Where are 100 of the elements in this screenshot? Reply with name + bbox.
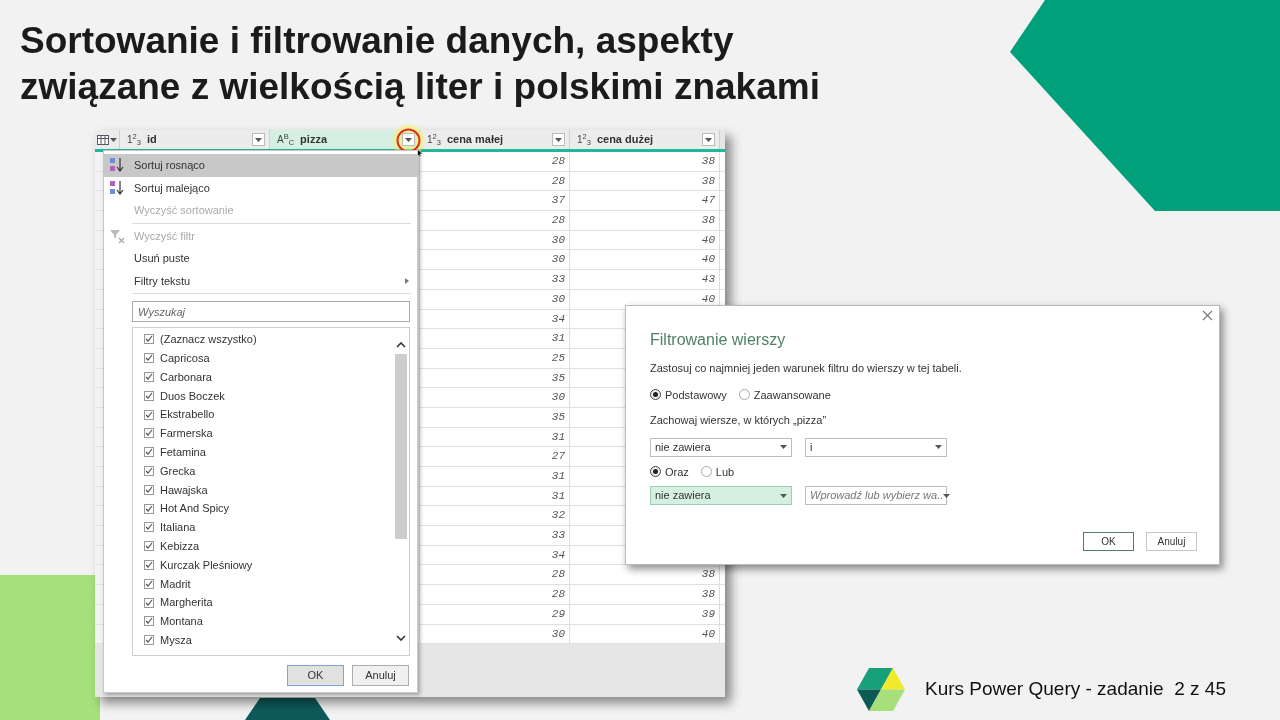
column-filter-button[interactable] (702, 133, 715, 146)
clear-filter-icon (109, 227, 125, 244)
value-label[interactable]: Italiana (160, 519, 196, 536)
table-cell: 38 (570, 585, 720, 604)
value-label[interactable]: Montana (160, 613, 203, 630)
checkbox[interactable] (144, 597, 154, 608)
dialog-button[interactable]: Anuluj (1146, 532, 1197, 551)
value-label[interactable]: Carbonara (160, 368, 212, 386)
mode-radio[interactable]: Podstawowy (650, 386, 727, 403)
table-cell: 43 (570, 270, 720, 289)
value-dropdown[interactable]: i (805, 437, 947, 457)
value-label[interactable]: Capricosa (160, 349, 210, 367)
checkbox[interactable] (144, 409, 154, 420)
checkbox[interactable] (144, 635, 154, 646)
table-cell: 34 (420, 309, 570, 329)
table-cell: 38 (570, 171, 720, 191)
value-label[interactable]: Margherita (160, 594, 213, 611)
join-radio[interactable]: Lub (700, 463, 735, 480)
dialog-button[interactable]: Anuluj (352, 665, 409, 686)
caret-icon (555, 137, 562, 142)
join-radio[interactable]: Oraz (650, 463, 689, 480)
value-label[interactable]: Farmerska (160, 425, 213, 442)
table-cell: 40 (570, 250, 720, 270)
checkbox[interactable] (144, 334, 154, 345)
table-menu-button[interactable] (95, 130, 120, 149)
menu-item[interactable]: Usuń puste (104, 247, 417, 270)
menu-item[interactable]: Sortuj rosnąco (104, 154, 417, 177)
dialog-description: Zastosuj co najmniej jeden warunek filtru do wierszy w tej tabeli. (650, 361, 963, 376)
scroll-up-icon[interactable] (396, 342, 406, 348)
table-cell: 28 (420, 585, 570, 604)
checkbox[interactable] (144, 390, 154, 401)
table-cell: 29 (420, 604, 570, 624)
value-label[interactable]: Hawajska (160, 481, 208, 498)
value-label[interactable]: Madrit (160, 575, 191, 592)
table-cell: 30 (420, 388, 570, 407)
column-filter-button[interactable] (252, 133, 265, 146)
mode-radio[interactable]: Zaawansowane (738, 386, 831, 403)
value-label[interactable]: Duos Boczek (160, 387, 225, 405)
checkbox[interactable] (144, 541, 154, 552)
column-header[interactable]: A$^{B}$$_{C}$ pizza (270, 130, 420, 149)
caret-icon (943, 493, 951, 498)
table-cell: 34 (420, 545, 570, 565)
checkbox[interactable] (144, 353, 154, 364)
checkbox[interactable] (144, 522, 154, 533)
value-dropdown[interactable]: Wprowadź lub wybierz wa.. (805, 486, 947, 505)
checkbox[interactable] (144, 465, 154, 476)
scrollbar-thumb[interactable] (395, 354, 407, 539)
column-header[interactable]: 1$^{2}$$_{3}$ cena dużej (570, 130, 720, 149)
value-label[interactable]: Kurczak Pleśniowy (160, 556, 253, 574)
value-label[interactable]: Ekstrabello (160, 406, 215, 423)
dialog-button[interactable]: OK (1083, 532, 1134, 551)
check-icon (145, 504, 153, 513)
column-filter-button[interactable] (552, 133, 565, 146)
search-field[interactable]: Wyszukaj (132, 301, 410, 322)
value-label[interactable]: Grecka (160, 462, 196, 480)
table-cell: 32 (420, 506, 570, 526)
column-header[interactable]: 1$^{2}$$_{3}$ id (120, 130, 270, 149)
value-label[interactable]: Kebizza (160, 537, 200, 555)
value-label[interactable]: Hot And Spicy (160, 500, 230, 517)
table-cell: 40 (570, 624, 720, 644)
caret-icon (935, 445, 942, 449)
check-icon (145, 523, 153, 532)
check-icon (145, 636, 153, 645)
slide-title: związane z wielkością liter i polskimi znakami (20, 65, 821, 109)
checkbox[interactable] (144, 578, 154, 589)
checkbox[interactable] (144, 616, 154, 627)
table-cell: 35 (420, 368, 570, 388)
operator-dropdown[interactable]: nie zawiera (650, 437, 792, 457)
check-icon (145, 579, 153, 588)
column-header[interactable]: 1$^{2}$$_{3}$ cena małej (420, 130, 570, 149)
checkbox[interactable] (144, 447, 154, 458)
table-cell: 31 (420, 467, 570, 486)
table-cell: 38 (570, 152, 720, 171)
checkbox[interactable] (144, 484, 154, 495)
check-icon (145, 429, 153, 438)
close-icon[interactable] (1202, 310, 1213, 321)
check-icon (145, 485, 153, 494)
scroll-down-icon[interactable] (396, 635, 406, 641)
column-title: cena małej (446, 132, 505, 148)
menu-item[interactable]: Filtry tekstu (104, 269, 417, 292)
dialog-button[interactable]: OK (287, 665, 344, 686)
check-icon (145, 373, 153, 381)
operator-dropdown[interactable]: nie zawiera (650, 486, 792, 505)
table-cell: 33 (420, 270, 570, 289)
caret-icon (255, 137, 262, 142)
column-title: cena dużej (596, 132, 655, 148)
value-label[interactable]: Fetamina (160, 443, 206, 461)
checkbox[interactable] (144, 428, 154, 439)
checkbox[interactable] (144, 503, 154, 514)
menu-item[interactable]: Sortuj malejąco (104, 176, 417, 199)
value-label[interactable]: (Zaznacz wszystko) (160, 331, 257, 348)
checkbox[interactable] (144, 372, 154, 382)
check-icon (145, 391, 153, 400)
value-label[interactable]: Mysza (160, 631, 192, 649)
table-cell: 33 (420, 526, 570, 545)
table-cell: 30 (420, 230, 570, 250)
table-cell: 28 (420, 171, 570, 191)
column-filter-button[interactable] (402, 133, 415, 146)
slide-footer: Kurs Power Query - zadanie 2 z 45 (925, 675, 1226, 704)
checkbox[interactable] (144, 559, 154, 570)
